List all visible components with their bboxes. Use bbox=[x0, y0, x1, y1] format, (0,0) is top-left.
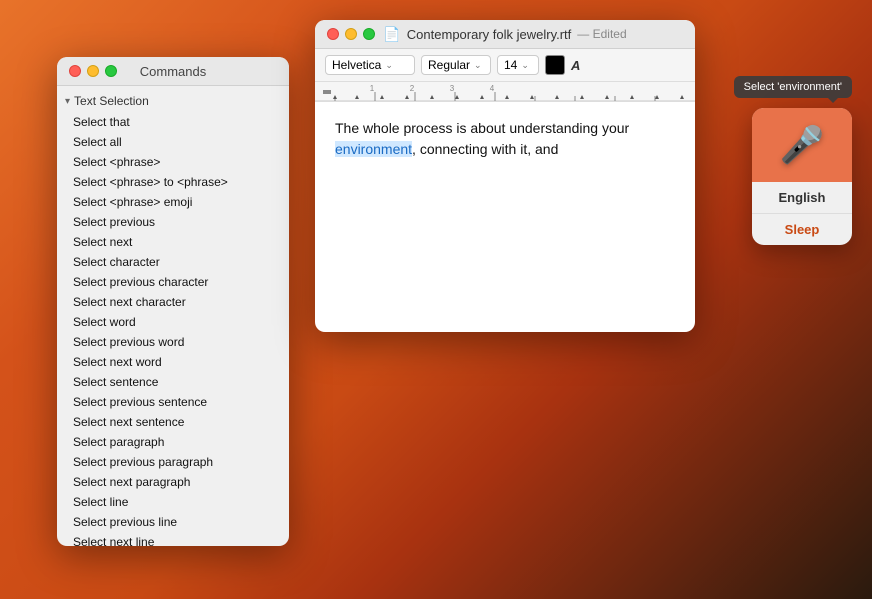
list-item[interactable]: Select all bbox=[57, 132, 289, 152]
svg-text:2: 2 bbox=[410, 84, 415, 93]
highlighted-word: environment bbox=[335, 141, 412, 157]
commands-window: Commands ▾ Text Selection Select thatSel… bbox=[57, 57, 289, 546]
list-item[interactable]: Select <phrase> to <phrase> bbox=[57, 172, 289, 192]
list-item[interactable]: Select <phrase> bbox=[57, 152, 289, 172]
list-item[interactable]: Select next sentence bbox=[57, 412, 289, 432]
close-button[interactable] bbox=[69, 65, 81, 77]
list-item[interactable]: Select previous bbox=[57, 212, 289, 232]
mic-area[interactable]: 🎤 bbox=[752, 108, 852, 182]
font-name: Helvetica bbox=[332, 58, 381, 72]
list-item[interactable]: Select <phrase> emoji bbox=[57, 192, 289, 212]
list-item[interactable]: Select next word bbox=[57, 352, 289, 372]
doc-toolbar: Helvetica ⌄ Regular ⌄ 14 ⌄ A bbox=[315, 49, 695, 82]
voice-language[interactable]: English bbox=[752, 182, 852, 214]
text-after: , connecting with it, and bbox=[412, 141, 558, 157]
commands-title: Commands bbox=[140, 64, 206, 79]
list-item[interactable]: Select previous sentence bbox=[57, 392, 289, 412]
color-swatch[interactable] bbox=[545, 55, 565, 75]
section-label: Text Selection bbox=[74, 94, 149, 108]
svg-text:1: 1 bbox=[370, 84, 375, 93]
svg-text:4: 4 bbox=[490, 84, 495, 93]
style-selector[interactable]: Regular ⌄ bbox=[421, 55, 491, 75]
desktop: Commands ▾ Text Selection Select thatSel… bbox=[0, 0, 872, 599]
doc-filename: Contemporary folk jewelry.rtf bbox=[407, 27, 571, 42]
list-item[interactable]: Select line bbox=[57, 492, 289, 512]
list-item[interactable]: Select character bbox=[57, 252, 289, 272]
list-item[interactable]: Select word bbox=[57, 312, 289, 332]
minimize-button[interactable] bbox=[87, 65, 99, 77]
doc-close-button[interactable] bbox=[327, 28, 339, 40]
doc-window: 📄 Contemporary folk jewelry.rtf — Edited… bbox=[315, 20, 695, 332]
voice-widget: Select 'environment' 🎤 English Sleep bbox=[752, 108, 852, 245]
font-selector[interactable]: Helvetica ⌄ bbox=[325, 55, 415, 75]
svg-text:3: 3 bbox=[450, 84, 455, 93]
font-chevron-icon: ⌄ bbox=[385, 60, 393, 71]
doc-minimize-button[interactable] bbox=[345, 28, 357, 40]
voice-tooltip: Select 'environment' bbox=[734, 76, 852, 98]
section-header: ▾ Text Selection bbox=[57, 90, 289, 112]
doc-title: 📄 Contemporary folk jewelry.rtf — Edited bbox=[383, 26, 626, 43]
size-chevron-icon: ⌄ bbox=[521, 60, 529, 71]
list-item[interactable]: Select previous character bbox=[57, 272, 289, 292]
doc-ruler: 1 2 3 4 bbox=[315, 82, 695, 102]
voice-sleep-button[interactable]: Sleep bbox=[752, 214, 852, 245]
doc-maximize-button[interactable] bbox=[363, 28, 375, 40]
commands-list: ▾ Text Selection Select thatSelect allSe… bbox=[57, 86, 289, 546]
text-before: The whole process is about understanding… bbox=[335, 120, 629, 136]
italic-button[interactable]: A bbox=[571, 58, 580, 73]
doc-content[interactable]: The whole process is about understanding… bbox=[315, 102, 695, 332]
list-item[interactable]: Select sentence bbox=[57, 372, 289, 392]
font-style: Regular bbox=[428, 58, 470, 72]
font-size: 14 bbox=[504, 58, 517, 72]
doc-icon: 📄 bbox=[383, 26, 400, 43]
list-item[interactable]: Select next paragraph bbox=[57, 472, 289, 492]
commands-titlebar: Commands bbox=[57, 57, 289, 86]
edited-badge: — Edited bbox=[577, 27, 626, 41]
ruler-svg: 1 2 3 4 bbox=[315, 82, 695, 102]
style-chevron-icon: ⌄ bbox=[474, 60, 482, 71]
list-item[interactable]: Select that bbox=[57, 112, 289, 132]
list-item[interactable]: Select previous paragraph bbox=[57, 452, 289, 472]
microphone-icon: 🎤 bbox=[780, 124, 825, 166]
list-item[interactable]: Select next bbox=[57, 232, 289, 252]
doc-titlebar: 📄 Contemporary folk jewelry.rtf — Edited bbox=[315, 20, 695, 49]
list-item[interactable]: Select next line bbox=[57, 532, 289, 546]
list-item[interactable]: Select paragraph bbox=[57, 432, 289, 452]
list-item[interactable]: Select previous word bbox=[57, 332, 289, 352]
maximize-button[interactable] bbox=[105, 65, 117, 77]
size-selector[interactable]: 14 ⌄ bbox=[497, 55, 539, 75]
list-item[interactable]: Select previous line bbox=[57, 512, 289, 532]
list-item[interactable]: Select next character bbox=[57, 292, 289, 312]
chevron-icon: ▾ bbox=[65, 96, 70, 107]
